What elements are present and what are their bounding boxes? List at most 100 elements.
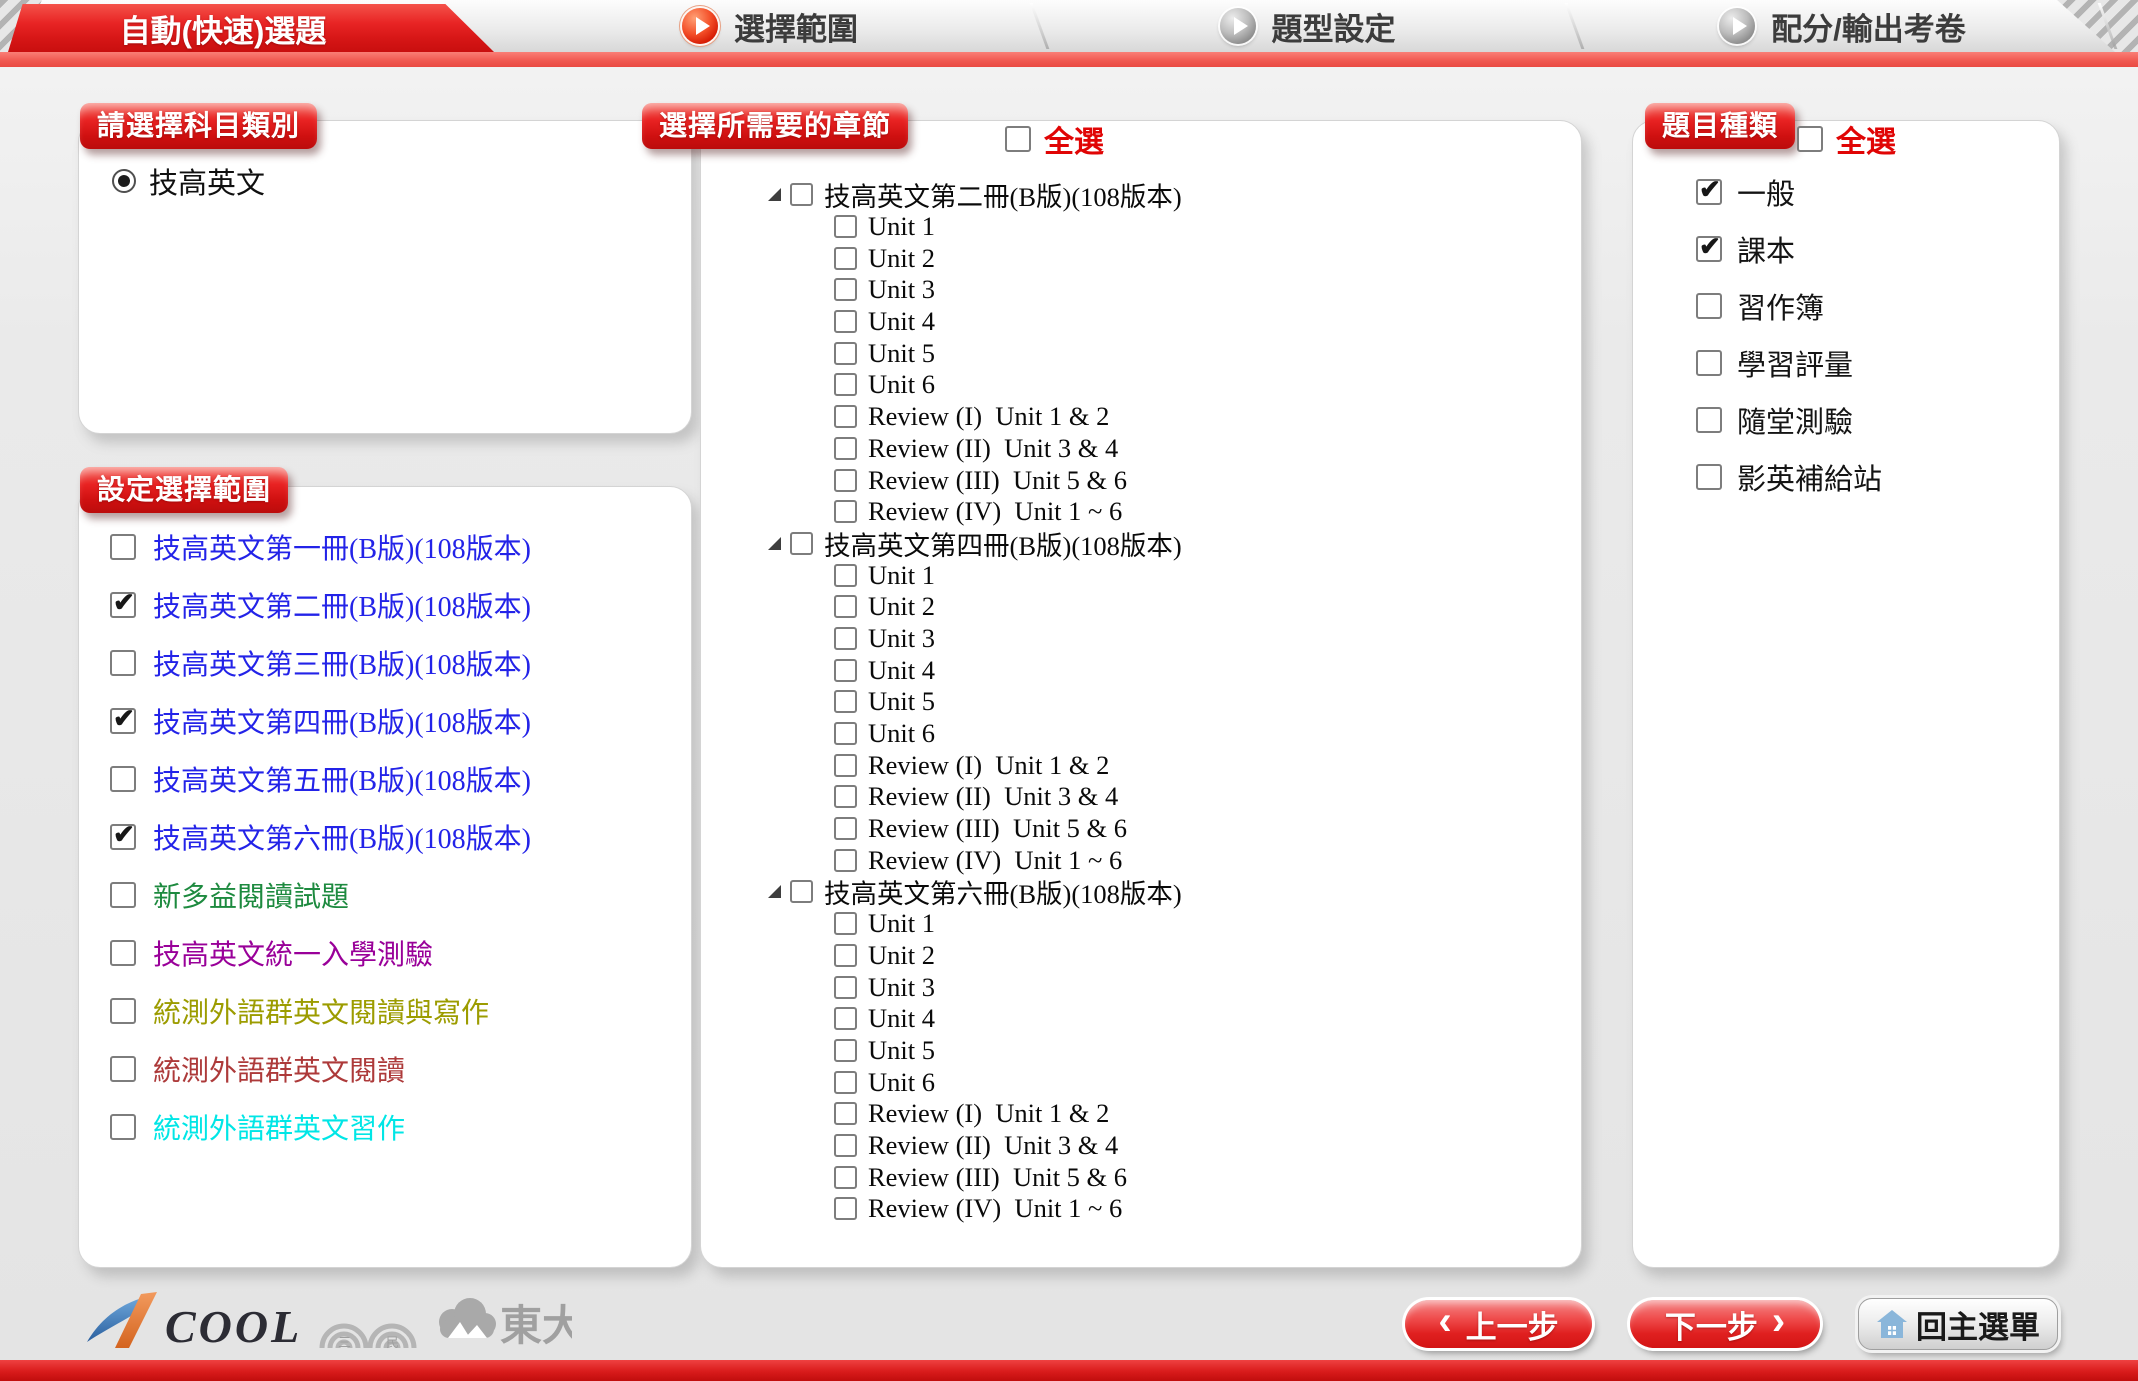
scope-list: 技高英文第一冊(B版)(108版本) ✔ 技高英文第二冊(B版)(108版本) 技高英…	[110, 518, 670, 1156]
tree-child-checkbox[interactable]	[834, 754, 857, 777]
tree-child-label: Unit 3	[868, 274, 935, 305]
scope-item-checkbox[interactable]	[110, 1056, 136, 1082]
sanmin-arches-icon	[322, 1326, 414, 1348]
tree-child-label: Review (IV) Unit 1 ~ 6	[868, 845, 1122, 876]
tree-child-checkbox[interactable]	[834, 1039, 857, 1062]
scope-item-checkbox[interactable]	[110, 534, 136, 560]
scope-item-checkbox[interactable]	[110, 1114, 136, 1140]
scope-item-label[interactable]: 技高英文第一冊(B版)(108版本)	[153, 527, 531, 567]
cool-logo: COOL	[85, 1292, 345, 1354]
tree-child-checkbox[interactable]	[834, 722, 857, 745]
subject-radio[interactable]	[112, 169, 136, 193]
tree-child-checkbox[interactable]	[834, 1197, 857, 1220]
tree-child-checkbox[interactable]	[834, 373, 857, 396]
tree-child-checkbox[interactable]	[834, 785, 857, 808]
tab-select-scope[interactable]: 選擇範圍	[500, 0, 1040, 52]
scope-item-checkbox[interactable]: ✔	[110, 824, 136, 850]
tree-child-checkbox[interactable]	[834, 247, 857, 270]
tree-child-checkbox[interactable]	[834, 690, 857, 713]
app-window: 自動(快速)選題 選擇範圍 題型設定 配分/輸出考卷 請選擇科目類別 設定選擇範…	[0, 0, 2138, 1381]
tree-group-checkbox[interactable]	[790, 183, 813, 206]
dongda-logo-text: 東大	[500, 1303, 572, 1350]
prev-step-button[interactable]: ‹ 上一步	[1405, 1300, 1592, 1348]
qtype-item-checkbox[interactable]	[1696, 464, 1722, 490]
tab-label: 題型設定	[1272, 4, 1396, 49]
qtype-item-checkbox[interactable]	[1696, 293, 1722, 319]
scope-item-label[interactable]: 技高英文統一入學測驗	[153, 933, 433, 973]
tree-child-checkbox[interactable]	[834, 1007, 857, 1030]
qtype-item-checkbox[interactable]: ✔	[1696, 236, 1722, 262]
scope-item-checkbox[interactable]	[110, 766, 136, 792]
scope-item-checkbox[interactable]	[110, 882, 136, 908]
qtype-item-checkbox[interactable]	[1696, 350, 1722, 376]
dongda-logo: 東大	[432, 1294, 572, 1352]
tree-group-checkbox[interactable]	[790, 880, 813, 903]
tree-child-checkbox[interactable]	[834, 849, 857, 872]
tree-child-checkbox[interactable]	[834, 817, 857, 840]
sanmin-char-1: 三	[338, 1335, 351, 1350]
tree-child-label: Unit 6	[868, 718, 935, 749]
scope-item-label[interactable]: 統測外語群英文習作	[153, 1107, 405, 1147]
scope-item-label[interactable]: 技高英文第四冊(B版)(108版本)	[153, 701, 531, 741]
tree-child-label: Unit 5	[868, 686, 935, 717]
qtype-item-checkbox[interactable]: ✔	[1696, 179, 1722, 205]
scope-item: ✔ 技高英文第二冊(B版)(108版本)	[110, 576, 670, 634]
tree-child-checkbox[interactable]	[834, 469, 857, 492]
scope-item: 統測外語群英文習作	[110, 1098, 670, 1156]
back-to-main-menu-button[interactable]: 回主選單	[1858, 1298, 2058, 1350]
tree-child-checkbox[interactable]	[834, 437, 857, 460]
tab-question-type-setting[interactable]: 題型設定	[1040, 0, 1575, 52]
tree-child-checkbox[interactable]	[834, 278, 857, 301]
scope-item-label[interactable]: 技高英文第六冊(B版)(108版本)	[153, 817, 531, 857]
scope-item-label[interactable]: 技高英文第三冊(B版)(108版本)	[153, 643, 531, 683]
tree-child-checkbox[interactable]	[834, 595, 857, 618]
scope-item: 統測外語群英文閱讀與寫作	[110, 982, 670, 1040]
qtype-item: 隨堂測驗	[1696, 391, 2036, 448]
tree-child-checkbox[interactable]	[834, 944, 857, 967]
tree-child-checkbox[interactable]	[834, 342, 857, 365]
tree-expander-icon[interactable]	[768, 188, 781, 201]
tree-expander-icon[interactable]	[768, 885, 781, 898]
tree-child-row: Unit 6	[834, 369, 1548, 401]
next-step-button[interactable]: 下一步 ›	[1630, 1300, 1820, 1348]
subject-radio-label[interactable]: 技高英文	[149, 160, 265, 202]
tree-child-label: Unit 3	[868, 623, 935, 654]
qtype-select-all-checkbox[interactable]	[1797, 126, 1823, 152]
tree-child-checkbox[interactable]	[834, 405, 857, 428]
qtype-item-checkbox[interactable]	[1696, 407, 1722, 433]
chapter-select-all-checkbox[interactable]	[1005, 126, 1031, 152]
tree-child-label: Unit 2	[868, 940, 935, 971]
tree-expander-icon[interactable]	[768, 537, 781, 550]
tree-group-checkbox[interactable]	[790, 532, 813, 555]
scope-item-checkbox[interactable]	[110, 998, 136, 1024]
tree-child-checkbox[interactable]	[834, 1071, 857, 1094]
tab-score-output[interactable]: 配分/輸出考卷	[1575, 0, 2110, 52]
scope-item-checkbox[interactable]	[110, 650, 136, 676]
chevron-right-icon: ›	[1772, 1301, 1785, 1341]
tree-child-checkbox[interactable]	[834, 1134, 857, 1157]
scope-item: 技高英文第一冊(B版)(108版本)	[110, 518, 670, 576]
tree-child-checkbox[interactable]	[834, 215, 857, 238]
tree-child-checkbox[interactable]	[834, 912, 857, 935]
scope-item: 新多益閱讀試題	[110, 866, 670, 924]
tree-child-checkbox[interactable]	[834, 310, 857, 333]
scope-item-checkbox[interactable]: ✔	[110, 592, 136, 618]
tree-child-checkbox[interactable]	[834, 1166, 857, 1189]
scope-item-label[interactable]: 統測外語群英文閱讀與寫作	[153, 991, 489, 1031]
tree-child-checkbox[interactable]	[834, 500, 857, 523]
scope-item-checkbox[interactable]: ✔	[110, 708, 136, 734]
tree-child-checkbox[interactable]	[834, 976, 857, 999]
qtype-list: ✔一般✔課本習作簿學習評量隨堂測驗影英補給站	[1696, 163, 2036, 505]
tree-child-checkbox[interactable]	[834, 627, 857, 650]
tab-auto-quick-select[interactable]: 自動(快速)選題	[8, 4, 494, 52]
scope-item-checkbox[interactable]	[110, 940, 136, 966]
scope-item-label[interactable]: 技高英文第五冊(B版)(108版本)	[153, 759, 531, 799]
qtype-item: 學習評量	[1696, 334, 2036, 391]
tree-group-label: 技高英文第六冊(B版)(108版本)	[824, 872, 1182, 911]
tree-child-checkbox[interactable]	[834, 659, 857, 682]
tree-child-checkbox[interactable]	[834, 564, 857, 587]
scope-item-label[interactable]: 新多益閱讀試題	[153, 875, 349, 915]
tree-child-checkbox[interactable]	[834, 1102, 857, 1125]
scope-item-label[interactable]: 技高英文第二冊(B版)(108版本)	[153, 585, 531, 625]
scope-item-label[interactable]: 統測外語群英文閱讀	[153, 1049, 405, 1089]
